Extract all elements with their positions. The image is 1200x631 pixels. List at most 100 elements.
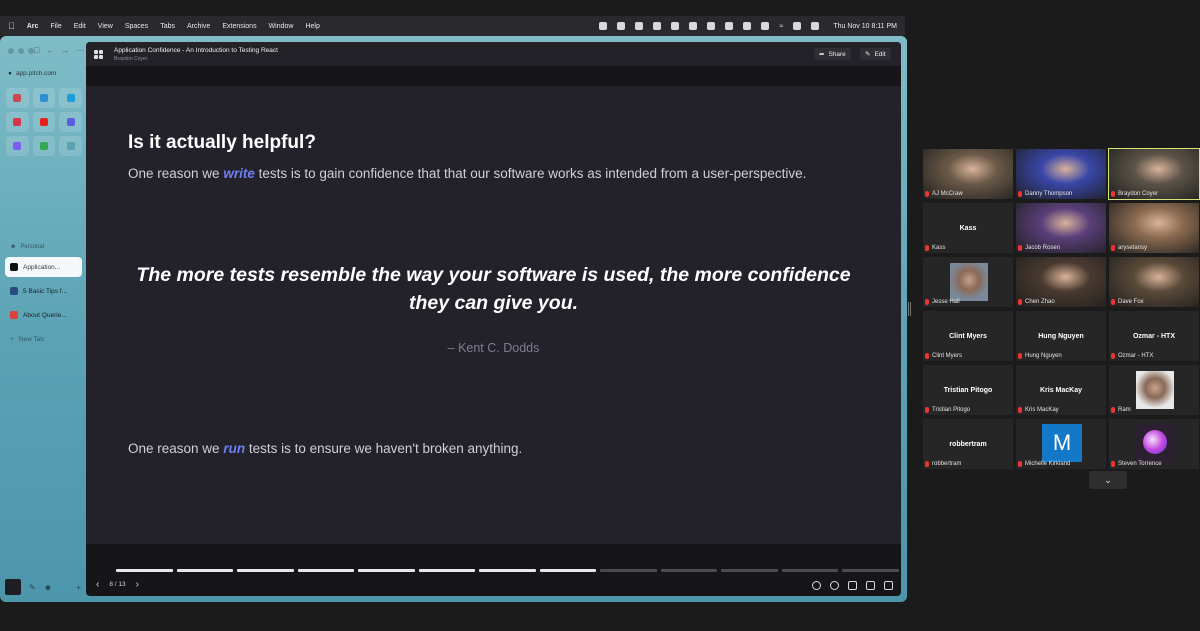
participant-tile[interactable]: Tristian Pitogo Tristian Pitogo	[923, 365, 1013, 415]
menu-help[interactable]: Help	[305, 23, 319, 30]
tray-app-icon[interactable]	[599, 22, 608, 30]
participant-tile[interactable]: Hung Nguyen Hung Nguyen	[1016, 311, 1106, 361]
progress-segment[interactable]	[116, 569, 173, 572]
progress-segment[interactable]	[539, 569, 597, 572]
participant-tile[interactable]: Chen Zhao	[1016, 257, 1106, 307]
participant-tile[interactable]: Clint Myers Clint Myers	[923, 311, 1013, 361]
participant-tile[interactable]: robbertram robbertram	[923, 419, 1013, 469]
text: One reason we	[128, 441, 224, 456]
tab-basic-tips[interactable]: 5 Basic Tips f...	[5, 281, 82, 301]
menu-tabs[interactable]: Tabs	[160, 23, 175, 30]
menu-archive[interactable]: Archive	[187, 23, 210, 30]
pinned-tab[interactable]	[32, 112, 56, 132]
pip-icon[interactable]	[866, 581, 875, 590]
participant-tile[interactable]: Dave Fox	[1109, 257, 1199, 307]
mic-muted-icon	[1111, 407, 1115, 413]
easel-icon[interactable]: ✎	[29, 583, 36, 592]
back-icon[interactable]: ←	[45, 45, 54, 56]
apple-icon[interactable]: 	[8, 21, 15, 31]
pin-app-icon	[66, 94, 75, 102]
add-space-icon[interactable]: +	[76, 583, 81, 592]
menu-app-name[interactable]: Arc	[27, 23, 39, 30]
menu-clock[interactable]: Thu Nov 10 8:11 PM	[833, 23, 897, 30]
tab-about-queries[interactable]: About Querie...	[5, 305, 82, 325]
chevron-down-icon[interactable]: ⌄	[1089, 471, 1127, 489]
participant-tile[interactable]: Jacob Rosen	[1016, 203, 1106, 253]
participant-tile[interactable]: Jesse Hall	[923, 257, 1013, 307]
siri-icon[interactable]	[811, 22, 820, 30]
moon-icon[interactable]	[725, 22, 734, 30]
participant-tile[interactable]: Kass Kass	[923, 203, 1013, 253]
progress-segment[interactable]	[418, 569, 476, 572]
menu-view[interactable]: View	[98, 23, 113, 30]
pinned-tab[interactable]	[6, 112, 29, 132]
fullscreen-icon[interactable]	[884, 581, 893, 590]
people-icon[interactable]: ☻	[44, 583, 52, 592]
chevron-left-icon[interactable]: ‹	[96, 579, 99, 590]
tray-app-icon[interactable]	[617, 22, 626, 30]
progress-segment[interactable]	[781, 569, 839, 572]
edit-button[interactable]: ✎ Edit	[860, 48, 891, 60]
progress-segment[interactable]	[721, 569, 778, 572]
window-controls	[8, 48, 34, 54]
tray-app-icon[interactable]	[635, 22, 644, 30]
participant-tile[interactable]: Braydon Coyer	[1108, 148, 1200, 200]
battery-icon[interactable]	[761, 22, 770, 30]
new-tab-button[interactable]: + New Tab	[5, 329, 82, 349]
tab-application[interactable]: Application...	[5, 257, 82, 277]
progress-segment[interactable]	[358, 569, 415, 572]
menu-edit[interactable]: Edit	[74, 23, 86, 30]
menu-spaces[interactable]: Spaces	[125, 23, 148, 30]
menu-file[interactable]: File	[50, 23, 61, 30]
share-button[interactable]: ➦ Share	[814, 48, 851, 60]
slide-progress[interactable]	[116, 569, 899, 572]
pinned-tab[interactable]	[32, 136, 56, 156]
participant-label: Clint Myers	[925, 353, 962, 359]
menu-window[interactable]: Window	[269, 23, 294, 30]
progress-segment[interactable]	[842, 569, 899, 572]
presenter-icon[interactable]	[848, 581, 857, 590]
sidebar-toggle-icon[interactable]: □	[34, 45, 39, 56]
slide: Is it actually helpful? One reason we wr…	[86, 86, 901, 544]
participant-tile[interactable]: Kris MacKay Kris MacKay	[1016, 365, 1106, 415]
tray-app-icon[interactable]	[671, 22, 680, 30]
pinned-tab[interactable]	[6, 136, 29, 156]
participant-tile[interactable]: Ram	[1109, 365, 1199, 415]
progress-segment[interactable]	[479, 569, 536, 572]
progress-segment[interactable]	[176, 569, 234, 572]
participant-tile[interactable]: Danny Thompson	[1016, 149, 1106, 199]
url-bar[interactable]: ● app.pitch.com	[8, 66, 82, 80]
chevron-right-icon[interactable]: ›	[136, 579, 139, 590]
wifi-icon[interactable]: ≈	[779, 23, 783, 30]
pinned-tab[interactable]	[59, 136, 82, 156]
minimize-window-button[interactable]	[18, 48, 24, 54]
participant-tile[interactable]: M Michelle Kirkland	[1016, 419, 1106, 469]
participant-tile[interactable]: Ozmar - HTX Ozmar - HTX	[1109, 311, 1199, 361]
pinned-tab[interactable]	[59, 112, 82, 132]
tray-app-icon[interactable]	[689, 22, 698, 30]
participant-tile[interactable]: AJ McCraw	[923, 149, 1013, 199]
pinned-tab[interactable]	[59, 88, 82, 108]
forward-icon[interactable]: →	[60, 45, 69, 56]
pinned-tab[interactable]	[6, 88, 29, 108]
comment-icon[interactable]	[830, 581, 839, 590]
participant-tile[interactable]: Steven Torrence	[1109, 419, 1199, 469]
more-icon[interactable]: ⋯	[75, 45, 84, 56]
reaction-icon[interactable]	[812, 581, 821, 590]
play-icon[interactable]	[743, 22, 752, 30]
grid-menu-icon[interactable]	[94, 50, 103, 59]
menu-extensions[interactable]: Extensions	[222, 23, 256, 30]
participant-tile[interactable]: arysetansy	[1109, 203, 1199, 253]
pinned-tab[interactable]	[32, 88, 56, 108]
resize-handle[interactable]	[908, 302, 911, 316]
progress-segment[interactable]	[660, 569, 718, 572]
participant-name: Dave Fox	[1118, 299, 1144, 305]
tray-app-icon[interactable]	[707, 22, 716, 30]
progress-segment[interactable]	[237, 569, 294, 572]
close-window-button[interactable]	[8, 48, 14, 54]
control-center-icon[interactable]	[793, 22, 802, 30]
library-thumbnail[interactable]	[5, 579, 21, 595]
tray-app-icon[interactable]	[653, 22, 662, 30]
progress-segment[interactable]	[297, 569, 355, 572]
progress-segment[interactable]	[600, 569, 657, 572]
